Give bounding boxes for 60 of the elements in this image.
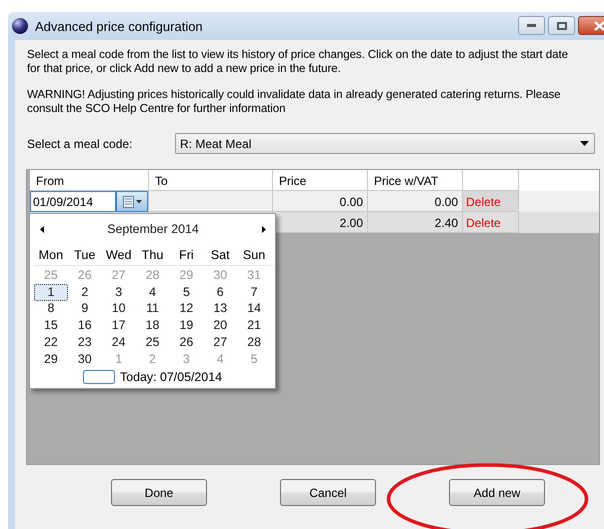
calendar-day[interactable]: 4	[136, 284, 170, 300]
dialog-button[interactable]: Done	[111, 479, 207, 506]
calendar-day[interactable]: 3	[102, 284, 136, 300]
calendar-day[interactable]: 22	[34, 335, 68, 350]
weekday-label: Fri	[178, 248, 195, 262]
close-icon	[594, 20, 604, 30]
weekday-label: Tue	[73, 248, 96, 262]
weekday-label: Sun	[242, 248, 266, 262]
date-input[interactable]: 01/09/2014	[30, 191, 116, 212]
calendar-day[interactable]: 24	[102, 335, 136, 350]
calendar-day[interactable]: 15	[34, 318, 68, 334]
calendar-day[interactable]: 18	[136, 318, 170, 334]
calendar-day[interactable]: 29	[34, 352, 68, 367]
weekday-label: Sat	[210, 248, 231, 262]
calendar-day[interactable]: 28	[237, 335, 272, 350]
calendar-day[interactable]: 1	[34, 284, 68, 301]
calendar-day[interactable]: 23	[68, 335, 102, 350]
calendar-day[interactable]: 13	[203, 301, 238, 316]
maximize-icon	[556, 22, 566, 30]
calendar-day[interactable]: 5	[169, 284, 204, 300]
next-month-icon[interactable]	[262, 226, 266, 232]
calendar-day[interactable]: 6	[203, 284, 238, 300]
calendar-day[interactable]: 25	[136, 335, 170, 350]
calendar-day[interactable]: 8	[34, 301, 68, 316]
calendar-day[interactable]: 21	[237, 318, 272, 334]
minimize-button[interactable]	[518, 16, 545, 35]
month-title[interactable]: September 2014	[107, 222, 199, 236]
dialog-button[interactable]: Cancel	[280, 479, 376, 506]
today-marker-icon	[83, 370, 116, 384]
calendar-day[interactable]: 30	[68, 352, 102, 367]
dropdown-arrow-icon	[580, 141, 589, 146]
dialog-button[interactable]: Add new	[449, 479, 545, 506]
calendar-button[interactable]	[116, 191, 148, 212]
calendar-day[interactable]: 7	[237, 284, 272, 300]
calendar-day[interactable]: 14	[237, 301, 272, 316]
calendar-day[interactable]: 9	[68, 301, 102, 316]
calendar-day[interactable]: 26	[169, 335, 204, 350]
calendar-day[interactable]: 27	[203, 335, 238, 350]
instruction-text: Select a meal code from the list to view its history of price changes. Click on the date to adjust the start date for that price, or click Add new to add a new price in the future.	[27, 48, 569, 76]
calendar-day[interactable]: 19	[169, 318, 204, 334]
previous-month-icon[interactable]	[40, 226, 44, 232]
calendar-day[interactable]: 12	[169, 301, 204, 316]
sphere-icon	[12, 18, 28, 34]
calendar-icon	[122, 196, 142, 208]
calendar-day[interactable]: 2	[68, 284, 102, 300]
weekday-label: Thu	[140, 248, 164, 262]
calendar-day[interactable]: 17	[102, 318, 136, 334]
weekday-label: Mon	[38, 248, 64, 262]
meal-code-label: Select a meal code:	[27, 136, 134, 150]
today-link[interactable]: Today: 07/05/2014	[120, 370, 222, 384]
minimize-icon	[527, 24, 536, 27]
window-title: Advanced price configuration	[35, 18, 204, 34]
calendar-day[interactable]: 11	[136, 301, 170, 316]
calendar-day[interactable]: 20	[203, 318, 238, 334]
calendar-day[interactable]: 10	[102, 301, 136, 316]
instruction-text: WARNING! Adjusting prices historically could invalidate data in already generated catering returns. Please consult the SCO Help Centre for further information	[27, 88, 562, 116]
maximize-button[interactable]	[548, 16, 575, 35]
calendar-day[interactable]: 16	[68, 318, 102, 334]
meal-code-dropdown[interactable]: R: Meat Meal	[175, 133, 595, 154]
weekday-label: Wed	[104, 248, 132, 262]
